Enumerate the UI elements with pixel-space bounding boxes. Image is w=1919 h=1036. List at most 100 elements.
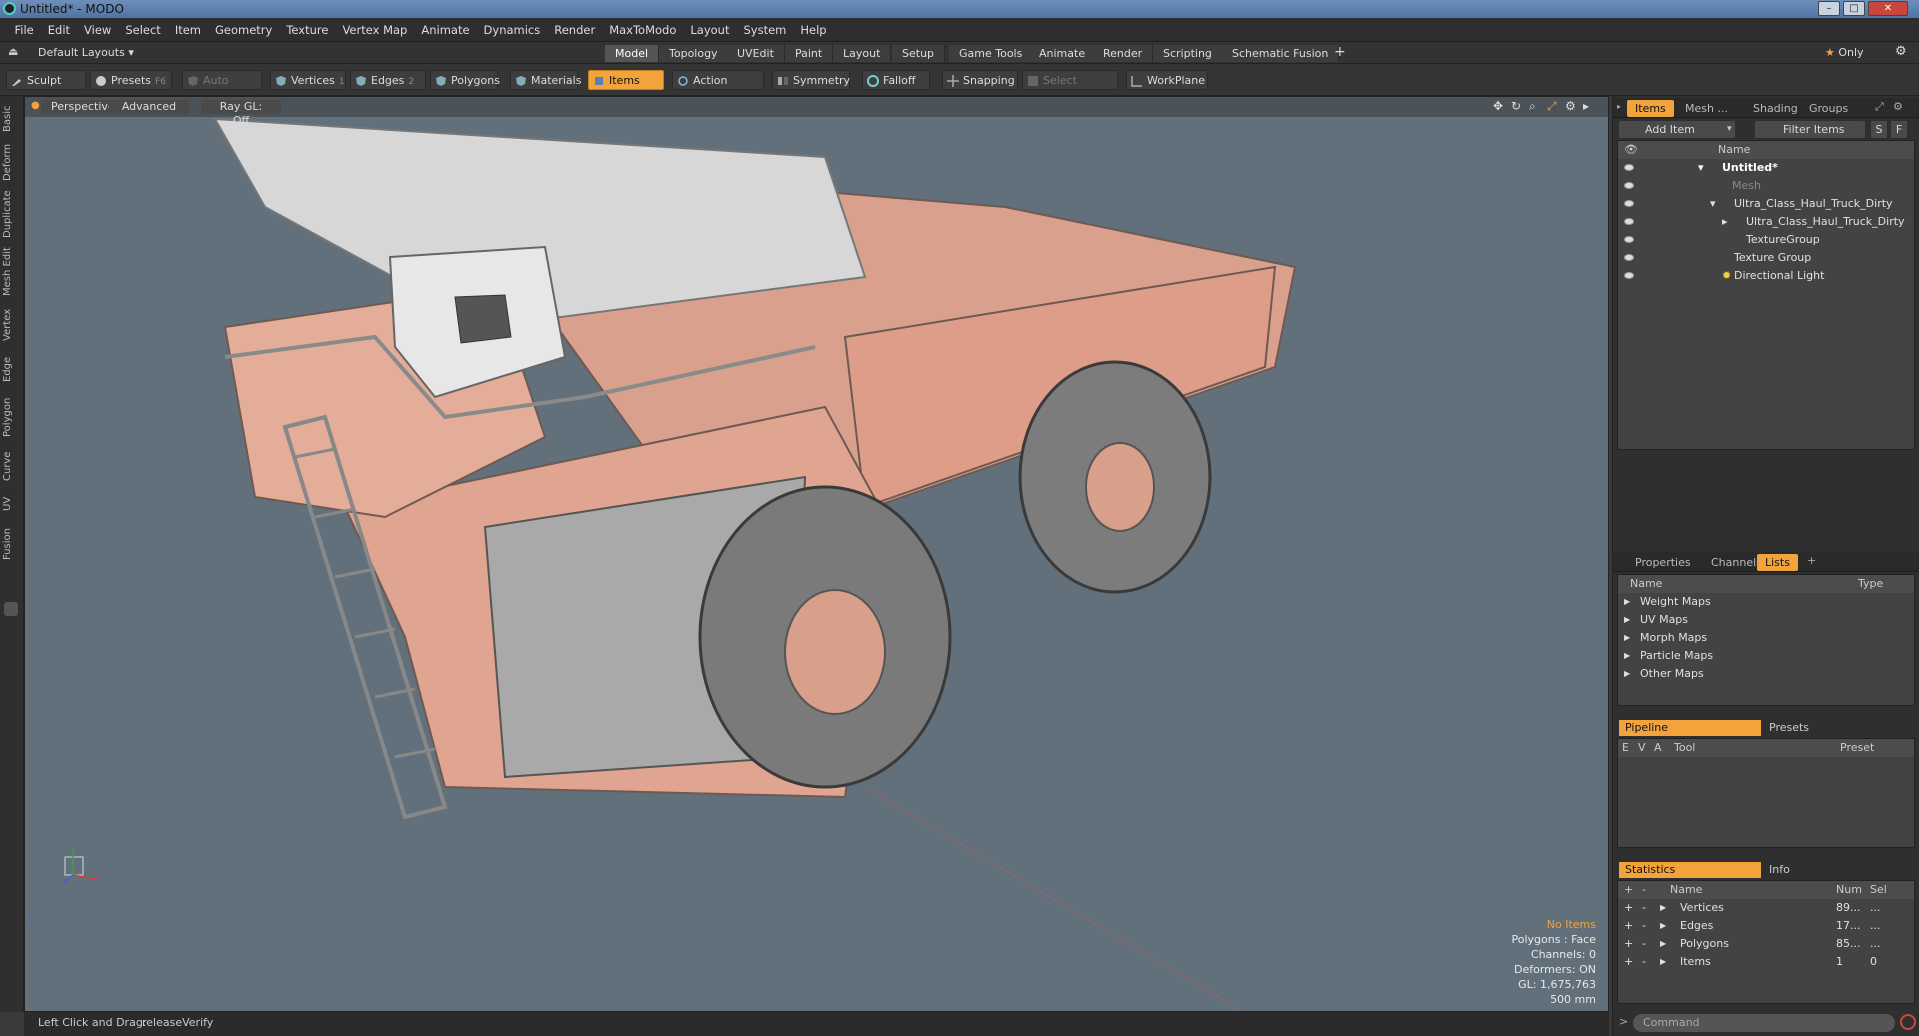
tree-row-texturegroup[interactable]: TextureGroup xyxy=(1618,231,1914,249)
menu-dynamics[interactable]: Dynamics xyxy=(477,18,548,42)
visibility-eye-icon[interactable] xyxy=(1624,164,1634,171)
list-item[interactable]: ▶ Morph Maps xyxy=(1618,629,1914,647)
visibility-eye-icon[interactable] xyxy=(1624,200,1634,207)
tab-uv[interactable]: UV xyxy=(2,492,22,516)
tree-row-mesh[interactable]: Mesh xyxy=(1618,177,1914,195)
snapping-button[interactable]: Snapping xyxy=(942,70,1018,90)
stats-row-edges[interactable]: + - ▶ Edges 17...... xyxy=(1618,917,1914,935)
list-item[interactable]: ▶ Weight Maps xyxy=(1618,593,1914,611)
remove-selection-button[interactable]: - xyxy=(1642,953,1646,971)
viewport-expand-icon[interactable]: ▸ xyxy=(1583,99,1589,113)
tab-pipeline[interactable]: Pipeline xyxy=(1619,720,1761,736)
tab-statistics[interactable]: Statistics xyxy=(1619,862,1761,878)
tab-paint[interactable]: Paint xyxy=(785,45,834,62)
tab-polygon[interactable]: Polygon xyxy=(2,394,22,440)
remove-selection-button[interactable]: - xyxy=(1642,899,1646,917)
tree-row-scene[interactable]: ▾ Untitled* xyxy=(1618,159,1914,177)
3d-viewport[interactable]: ● Perspective Advanced Ray GL: Off ✥ ↻ ⌕… xyxy=(24,96,1609,1012)
tab-duplicate[interactable]: Duplicate xyxy=(2,190,22,238)
tab-presets[interactable]: Presets xyxy=(1763,720,1913,736)
tab-properties[interactable]: Properties xyxy=(1627,554,1699,571)
panel-collapse-handle[interactable] xyxy=(4,602,18,616)
tab-setup[interactable]: Setup xyxy=(892,45,946,62)
list-item[interactable]: ▶ UV Maps xyxy=(1618,611,1914,629)
workplane-button[interactable]: WorkPlane xyxy=(1126,70,1208,90)
menu-render[interactable]: Render xyxy=(547,18,602,42)
zoom-icon[interactable]: ⌕ xyxy=(1529,99,1536,114)
visibility-eye-icon[interactable] xyxy=(1624,254,1634,261)
tab-uvedit[interactable]: UVEdit xyxy=(727,45,785,62)
action-center-button[interactable]: Action Center xyxy=(672,70,764,107)
filter-items-input[interactable]: Filter Items xyxy=(1755,121,1865,138)
add-selection-button[interactable]: + xyxy=(1624,899,1633,917)
visibility-eye-icon[interactable] xyxy=(1624,182,1634,189)
tab-model[interactable]: Model xyxy=(605,45,660,62)
tab-topology[interactable]: Topology xyxy=(659,45,729,62)
rotate-icon[interactable]: ↻ xyxy=(1511,99,1521,113)
f-toggle[interactable]: F xyxy=(1891,121,1907,138)
tree-row-texture-group[interactable]: Texture Group xyxy=(1618,249,1914,267)
menu-maxtomodo[interactable]: MaxToModo xyxy=(602,18,683,42)
polygons-button[interactable]: Polygons xyxy=(430,70,500,90)
tab-fusion[interactable]: Fusion xyxy=(2,524,22,564)
chevron-down-icon[interactable]: ▾ xyxy=(1727,121,1741,138)
edges-button[interactable]: Edges 2 xyxy=(350,70,426,90)
expand-arrow-icon[interactable]: ▾ xyxy=(1698,159,1704,177)
tab-layout[interactable]: Layout xyxy=(833,45,892,62)
vertices-button[interactable]: Vertices 1 xyxy=(270,70,346,90)
maximize-button[interactable]: □ xyxy=(1843,1,1865,16)
menu-select[interactable]: Select xyxy=(118,18,167,42)
minimize-button[interactable]: – xyxy=(1818,1,1840,16)
menu-geometry[interactable]: Geometry xyxy=(208,18,279,42)
add-selection-button[interactable]: + xyxy=(1624,917,1633,935)
s-toggle[interactable]: S xyxy=(1871,121,1887,138)
tab-mesh-edit[interactable]: Mesh Edit xyxy=(2,246,22,298)
menu-layout[interactable]: Layout xyxy=(683,18,736,42)
add-panel-tab-button[interactable]: + xyxy=(1807,554,1816,567)
panel-gear-icon[interactable]: ⚙ xyxy=(1893,100,1903,113)
layout-home-icon[interactable]: ⏏ xyxy=(8,45,18,58)
tree-row-truck-group[interactable]: ▾ Ultra_Class_Haul_Truck_Dirty xyxy=(1618,195,1914,213)
auto-select-button[interactable]: Auto Select xyxy=(182,70,262,107)
add-selection-button[interactable]: + xyxy=(1624,935,1633,953)
sculpt-button[interactable]: Sculpt xyxy=(6,70,86,90)
pan-icon[interactable]: ✥ xyxy=(1493,99,1503,113)
items-button[interactable]: Items xyxy=(588,70,664,90)
visibility-eye-icon[interactable] xyxy=(1624,236,1634,243)
tab-shading[interactable]: Shading xyxy=(1745,100,1806,117)
tab-schematic-fusion[interactable]: Schematic Fusion xyxy=(1222,45,1340,62)
only-toggle[interactable]: ★ Only xyxy=(1825,46,1864,59)
tab-vertex[interactable]: Vertex xyxy=(2,306,22,344)
tab-items[interactable]: Items xyxy=(1627,100,1674,117)
panel-expand-icon[interactable]: ⤢ xyxy=(1875,100,1884,114)
tab-game-tools[interactable]: Game Tools xyxy=(949,45,1034,62)
tab-info[interactable]: Info xyxy=(1763,862,1913,878)
visibility-eye-icon[interactable] xyxy=(1624,272,1634,279)
gear-icon[interactable]: ⚙ xyxy=(1895,44,1907,59)
tree-row-directional-light[interactable]: ✹ Directional Light xyxy=(1618,267,1914,285)
stats-row-items[interactable]: + - ▶ Items 1 0 xyxy=(1618,953,1914,971)
menu-texture[interactable]: Texture xyxy=(279,18,335,42)
tab-lists[interactable]: Lists xyxy=(1757,554,1798,571)
visibility-eye-icon[interactable] xyxy=(1624,218,1634,225)
add-tab-button[interactable]: + xyxy=(1334,44,1346,60)
select-through-button[interactable]: Select Through xyxy=(1022,70,1118,107)
tab-render[interactable]: Render xyxy=(1093,45,1154,62)
raygl-dropdown[interactable]: Ray GL: Off xyxy=(201,100,281,127)
tree-row-truck-mesh[interactable]: ▸ Ultra_Class_Haul_Truck_Dirty xyxy=(1618,213,1914,231)
materials-button[interactable]: Materials xyxy=(510,70,581,90)
tab-groups[interactable]: Groups xyxy=(1801,100,1856,117)
panel-menu-arrow[interactable]: ▸ xyxy=(1617,102,1621,111)
remove-selection-button[interactable]: - xyxy=(1642,935,1646,953)
tab-deform[interactable]: Deform xyxy=(2,142,22,182)
list-item[interactable]: ▶ Other Maps xyxy=(1618,665,1914,683)
record-icon[interactable] xyxy=(1900,1014,1916,1030)
tab-mesh-ops[interactable]: Mesh ... xyxy=(1677,100,1736,117)
command-input[interactable]: Command xyxy=(1633,1014,1895,1032)
viewport-gear-icon[interactable]: ⚙ xyxy=(1565,99,1576,113)
menu-view[interactable]: View xyxy=(77,18,118,42)
close-button[interactable]: ✕ xyxy=(1868,1,1908,16)
remove-selection-button[interactable]: - xyxy=(1642,917,1646,935)
tab-curve[interactable]: Curve xyxy=(2,448,22,484)
menu-system[interactable]: System xyxy=(736,18,793,42)
